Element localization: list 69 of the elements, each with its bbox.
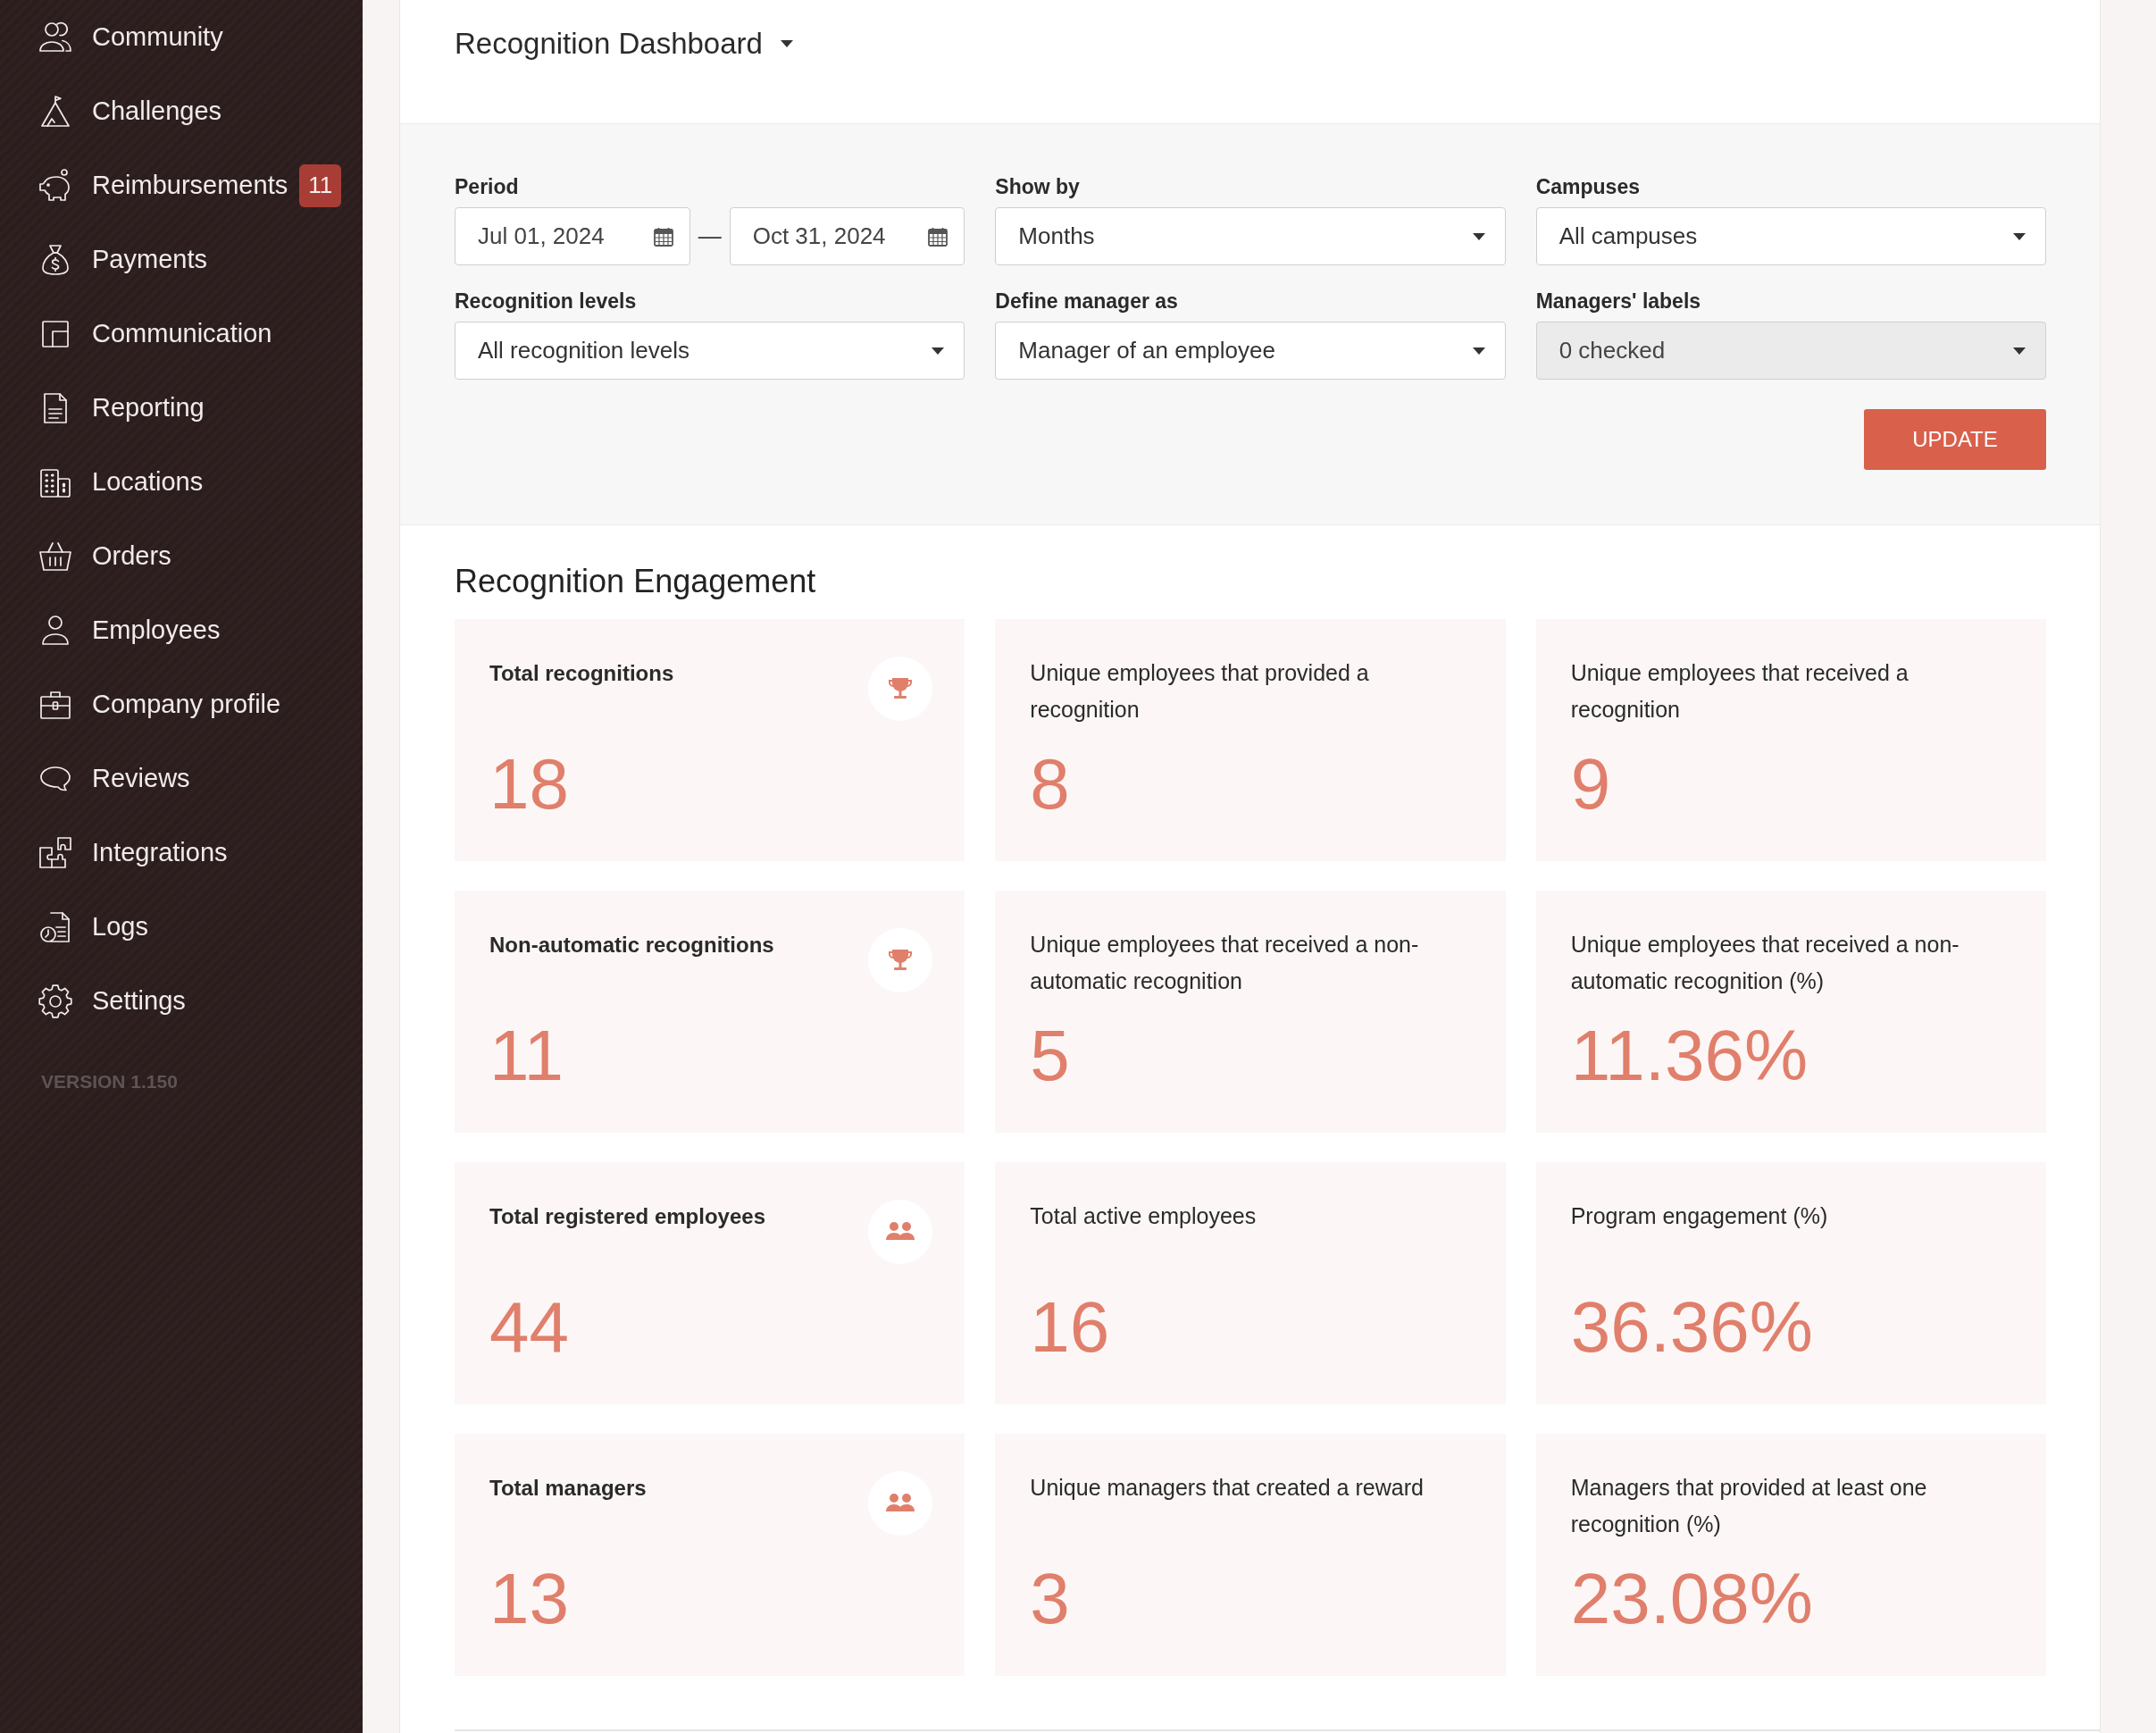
trophy-icon — [868, 657, 933, 721]
date-field[interactable]: Oct 31, 2024 — [729, 207, 965, 265]
range-separator: — — [697, 222, 723, 250]
sidebar-item[interactable]: Community — [38, 19, 223, 55]
stat-value: 11 — [489, 1015, 564, 1097]
stat-label: Non-automatic recognitions — [489, 932, 774, 959]
sidebar-item[interactable]: Logs — [38, 908, 148, 945]
stat-value: 9 — [1570, 743, 1611, 825]
sidebar-item[interactable]: Communication — [38, 315, 272, 352]
people-icon — [868, 1471, 933, 1536]
puzzle-icon — [38, 834, 73, 871]
field-label: Recognition levels — [455, 290, 637, 312]
sidebar-item[interactable]: Reimbursements 11 — [38, 163, 342, 207]
sidebar-item[interactable]: Orders — [38, 538, 171, 574]
stat-label: Total recognitions — [489, 660, 674, 687]
count-badge: 11 — [299, 163, 342, 207]
stat-value: 23.08% — [1570, 1558, 1813, 1640]
sidebar-item[interactable]: Reviews — [38, 760, 190, 797]
field-label: Show by — [995, 176, 1080, 197]
stat-label: Total managers — [489, 1475, 647, 1502]
dashboard-selector[interactable]: Recognition Dashboard — [455, 26, 793, 62]
caret-icon — [2013, 347, 2026, 355]
caret-icon — [780, 40, 793, 47]
sidebar-item[interactable]: Locations — [38, 464, 204, 500]
sidebar-item[interactable]: Payments — [38, 241, 207, 278]
trophy-icon — [868, 928, 933, 992]
settings-icon — [38, 983, 73, 1019]
dropdown[interactable]: Manager of an employee — [995, 322, 1506, 380]
field-label: Period — [455, 176, 519, 197]
calendar-icon — [653, 226, 673, 247]
sidebar-item[interactable]: Settings — [38, 983, 186, 1019]
dropdown[interactable]: All campuses — [1535, 207, 2046, 265]
stat-value: 36.36% — [1570, 1286, 1813, 1369]
calendar-icon — [928, 226, 948, 247]
stat-label: Managers that provided at least one recognition (%) — [1570, 1474, 1928, 1538]
sidebar-item[interactable]: Company profile — [38, 686, 281, 723]
stat-label: Total registered employees — [489, 1203, 765, 1230]
date-field[interactable]: Jul 01, 2024 — [455, 207, 690, 265]
sidebar-item[interactable]: Reporting — [38, 389, 205, 426]
stat-value: 18 — [489, 743, 569, 825]
caret-icon — [932, 347, 945, 355]
caret-icon — [1472, 347, 1485, 355]
people-icon — [868, 1200, 933, 1264]
stat-value: 11.36% — [1570, 1015, 1809, 1097]
section-title: Recognition Engagement — [455, 563, 816, 600]
stat-label: Unique employees that received a non-automatic recognition — [1030, 931, 1420, 995]
stat-label: Total active employees — [1030, 1202, 1257, 1230]
sidebar-item[interactable]: Integrations — [38, 834, 228, 871]
update-button[interactable]: UPDATE — [1864, 409, 2046, 470]
stat-label: Program engagement (%) — [1570, 1202, 1828, 1230]
stat-value: 16 — [1030, 1286, 1110, 1369]
caret-icon — [1472, 232, 1485, 240]
stat-value: 3 — [1030, 1558, 1070, 1640]
field-label: Define manager as — [995, 290, 1178, 312]
sidebar-item[interactable]: Challenges — [38, 93, 222, 130]
dropdown[interactable]: Months — [995, 207, 1506, 265]
stat-label: Unique employees that received a non-automatic recognition (%) — [1570, 931, 1960, 995]
stat-label: Unique employees that received a recognition — [1570, 659, 1909, 724]
stat-label: Unique employees that provided a recognition — [1030, 659, 1370, 724]
stat-value: 8 — [1030, 743, 1070, 825]
caret-icon — [2013, 232, 2026, 240]
stat-value: 44 — [489, 1286, 569, 1369]
dropdown[interactable]: All recognition levels — [455, 322, 965, 380]
stat-label: Unique managers that created a reward — [1030, 1474, 1424, 1502]
sidebar-item[interactable]: Employees — [38, 612, 221, 649]
field-label: Managers' labels — [1535, 290, 1701, 312]
stat-value: 5 — [1030, 1015, 1070, 1097]
field-label: Campuses — [1535, 176, 1640, 197]
stat-value: 13 — [489, 1558, 569, 1640]
